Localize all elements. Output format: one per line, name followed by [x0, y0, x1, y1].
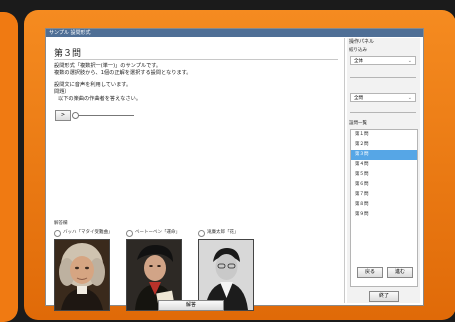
filter-dropdown[interactable]: 全体 ⌄	[350, 56, 416, 65]
bach-portrait	[54, 239, 110, 311]
chevron-down-icon: ⌄	[407, 58, 412, 64]
radio-button[interactable]	[198, 230, 205, 237]
question-title: 第３問	[54, 49, 82, 59]
control-panel-title: 操作パネル	[349, 39, 375, 45]
window-title: サンプル 設問形式	[46, 29, 423, 37]
choice-label: バッハ「マタイ受難曲」	[63, 230, 113, 235]
answer-submit-button[interactable]: 解答	[158, 300, 224, 311]
answer-label: 解答欄	[54, 221, 68, 226]
radio-button[interactable]	[54, 230, 61, 237]
question-list-item-selected[interactable]: 第３問	[351, 150, 417, 160]
chevron-down-icon: ⌄	[407, 95, 412, 101]
question-list-item[interactable]: 第９問	[351, 210, 417, 220]
audio-seek-track[interactable]	[74, 115, 134, 116]
question-list-item[interactable]: 第２問	[351, 140, 417, 150]
prev-button[interactable]: 戻る	[357, 267, 383, 278]
question-list-item[interactable]: 第４問	[351, 160, 417, 170]
filter2-dropdown[interactable]: 全問 ⌄	[350, 93, 416, 102]
filter-slider[interactable]	[350, 73, 416, 78]
desc-line: 複数の選択肢から、1個の正解を選択する設問となります。	[54, 70, 192, 76]
prompt-line: 設問文に音声を利用しています。	[54, 82, 132, 88]
question-description: 設問形式「複数択一(単一)」のサンプルです。 複数の選択肢から、1個の正解を選択…	[54, 63, 192, 77]
question-list: 第１問 第２問 第３問 第４問 第５問 第６問 第７問 第８問 第９問	[350, 129, 418, 287]
prompt-line: 問題）	[54, 89, 70, 95]
question-list-item[interactable]: 第５問	[351, 170, 417, 180]
filter2-slider[interactable]	[350, 108, 416, 113]
app-window: サンプル 設問形式 第３問 設問形式「複数択一(単一)」のサンプルです。 複数の…	[45, 28, 424, 311]
filter2-value: 全問	[354, 96, 363, 101]
filter-value: 全体	[354, 59, 363, 64]
question-pane: 第３問 設問形式「複数択一(単一)」のサンプルです。 複数の選択肢から、1個の正…	[48, 38, 345, 311]
question-list-item[interactable]: 第８問	[351, 200, 417, 210]
desc-line: 設問形式「複数択一(単一)」のサンプルです。	[54, 63, 162, 69]
filter-label: 絞り込み	[349, 48, 367, 53]
title-divider	[54, 59, 338, 60]
finish-button[interactable]: 終了	[369, 291, 399, 302]
play-button[interactable]: >	[55, 110, 71, 121]
choice-label: 滝廉太郎「花」	[207, 230, 239, 235]
control-panel: 操作パネル 絞り込み 全体 ⌄ 全問 ⌄ 設問一覧 第１問 第２問 第３問 第４…	[347, 38, 420, 303]
audio-seek-handle[interactable]	[72, 112, 79, 119]
question-list-item[interactable]: 第７問	[351, 190, 417, 200]
question-prompt: 設問文に音声を利用しています。 問題） 以下の楽曲の作曲者を答えなさい。	[54, 82, 141, 103]
prompt-line: 以下の楽曲の作曲者を答えなさい。	[58, 96, 142, 102]
choice-label: ベートーベン「運命」	[135, 230, 180, 235]
question-list-item[interactable]: 第６問	[351, 180, 417, 190]
radio-button[interactable]	[126, 230, 133, 237]
next-button[interactable]: 進む	[387, 267, 413, 278]
background-panel-left	[0, 12, 18, 322]
question-list-item[interactable]: 第１問	[351, 130, 417, 140]
question-list-label: 設問一覧	[349, 121, 367, 126]
